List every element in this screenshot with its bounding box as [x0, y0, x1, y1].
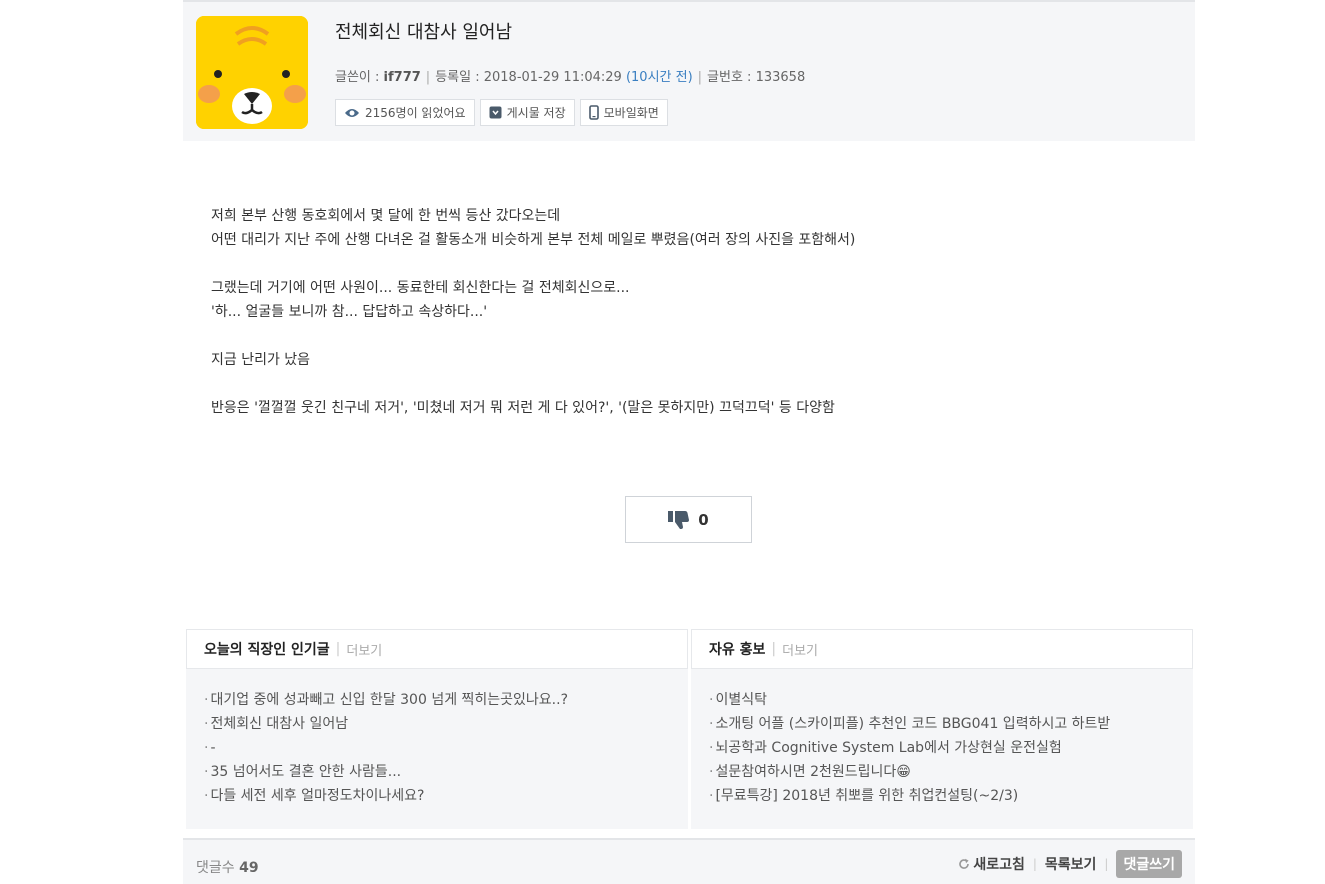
eye-icon: [345, 108, 359, 117]
number-label: 글번호 :: [707, 70, 752, 85]
content-line: 그랬는데 거기에 어떤 사원이... 동료한테 회신한다는 걸 전체회신으로..…: [211, 280, 630, 296]
post-date: 2018-01-29 11:04:29: [483, 70, 622, 85]
list-item[interactable]: 대기업 중에 성과빼고 신입 한달 300 넘게 찍히는곳있나요..?: [204, 688, 688, 712]
list-item[interactable]: 다들 세전 세후 얼마정도차이나세요?: [204, 784, 688, 808]
promo-title: 자유 홍보: [709, 642, 766, 658]
author-label: 글쓴이 :: [335, 70, 380, 85]
comment-bar: 댓글수 49 새로고침 | 목록보기 | 댓글쓰기: [183, 838, 1195, 884]
comment-actions: 새로고침 | 목록보기 | 댓글쓰기: [958, 850, 1182, 878]
refresh-label: 새로고침: [973, 857, 1025, 873]
post-view: 전체회신 대참사 일어남 글쓴이 : if777 | 등록일 : 2018-01-2…: [183, 0, 1195, 884]
popular-posts-list: 대기업 중에 성과빼고 신입 한달 300 넘게 찍히는곳있나요..? 전체회신…: [186, 669, 688, 829]
dislike-count: 0: [698, 510, 709, 529]
popular-posts-header: 오늘의 직장인 인기글 | 더보기: [186, 629, 688, 669]
list-item[interactable]: [무료특강] 2018년 취뽀를 위한 취업컨설팅(~2/3): [709, 784, 1193, 808]
list-item[interactable]: 전체회신 대참사 일어남: [204, 712, 688, 736]
list-item[interactable]: 설문참여하시면 2천원드립니다😁: [709, 760, 1193, 784]
mobile-view-label: 모바일화면: [603, 106, 659, 120]
refresh-icon: [959, 858, 970, 869]
thumbs-down-icon: [668, 510, 690, 529]
mobile-phone-icon: [588, 105, 599, 120]
promo-panel: 자유 홍보 | 더보기 이별식탁 소개팅 어플 (스카이피플) 추천인 코드 B…: [691, 629, 1193, 829]
content-line: 어떤 대리가 지난 주에 산행 다녀온 걸 활동소개 비슷하게 본부 전체 메일…: [211, 232, 856, 248]
list-item[interactable]: 이별식탁: [709, 688, 1193, 712]
save-post-button[interactable]: 게시물 저장: [479, 99, 575, 126]
dislike-button[interactable]: 0: [625, 496, 752, 543]
list-button[interactable]: 목록보기: [1045, 854, 1097, 874]
content-line: 지금 난리가 났음: [211, 352, 311, 368]
post-meta: 글쓴이 : if777 | 등록일 : 2018-01-29 11:04:29 (1…: [335, 70, 806, 85]
bear-face-icon: [196, 16, 308, 129]
save-post-label: 게시물 저장: [506, 106, 566, 120]
promo-header: 자유 홍보 | 더보기: [691, 629, 1193, 669]
popular-posts-panel: 오늘의 직장인 인기글 | 더보기 대기업 중에 성과빼고 신입 한달 300 …: [186, 629, 688, 829]
list-item[interactable]: -: [204, 736, 688, 760]
content-blank-line: [211, 372, 1111, 396]
promo-more-link[interactable]: 더보기: [782, 640, 818, 659]
promo-list: 이별식탁 소개팅 어플 (스카이피플) 추천인 코드 BBG041 입력하시고 …: [691, 669, 1193, 829]
views-label: 2156명이 읽었어요: [365, 106, 466, 120]
post-ago: (10시간 전): [625, 70, 693, 85]
views-button[interactable]: 2156명이 읽었어요: [335, 99, 475, 126]
post-actions: 2156명이 읽었어요 게시물 저장 모바일화면: [335, 99, 668, 126]
author-avatar[interactable]: [196, 16, 308, 129]
content-blank-line: [211, 324, 1111, 348]
refresh-button[interactable]: 새로고침: [958, 854, 1025, 874]
post-header: 전체회신 대참사 일어남 글쓴이 : if777 | 등록일 : 2018-01-2…: [183, 0, 1195, 141]
content-line: 반응은 '껄껄껄 웃긴 친구네 저거', '미쳤네 저거 뭐 저런 게 다 있어…: [211, 400, 835, 416]
popular-more-link[interactable]: 더보기: [346, 640, 382, 659]
write-comment-button[interactable]: 댓글쓰기: [1116, 850, 1182, 878]
separator: |: [1104, 857, 1109, 871]
post-content: 저희 본부 산행 동호회에서 몇 달에 한 번씩 등산 갔다오는데 어떤 대리가…: [211, 204, 1111, 420]
date-label: 등록일 :: [435, 70, 480, 85]
post-number: 133658: [755, 70, 806, 85]
comment-count-value: 49: [239, 860, 259, 876]
popular-posts-title: 오늘의 직장인 인기글: [204, 642, 330, 658]
mobile-view-button[interactable]: 모바일화면: [579, 99, 668, 126]
content-blank-line: [211, 252, 1111, 276]
list-item[interactable]: 35 넘어서도 결혼 안한 사람들...: [204, 760, 688, 784]
archive-icon: [489, 106, 502, 119]
content-line: 저희 본부 산행 동호회에서 몇 달에 한 번씩 등산 갔다오는데: [211, 208, 561, 224]
list-item[interactable]: 뇌공학과 Cognitive System Lab에서 가상현실 운전실험: [709, 736, 1193, 760]
list-item[interactable]: 소개팅 어플 (스카이피플) 추천인 코드 BBG041 입력하시고 하트받: [709, 712, 1193, 736]
post-title: 전체회신 대참사 일어남: [335, 22, 513, 43]
comment-count-label: 댓글수: [196, 860, 235, 876]
separator: |: [1032, 857, 1037, 871]
author-name[interactable]: if777: [384, 70, 421, 85]
content-line: '하... 얼굴들 보니까 참... 답답하고 속상하다...': [211, 304, 488, 320]
comment-count: 댓글수 49: [196, 857, 259, 877]
